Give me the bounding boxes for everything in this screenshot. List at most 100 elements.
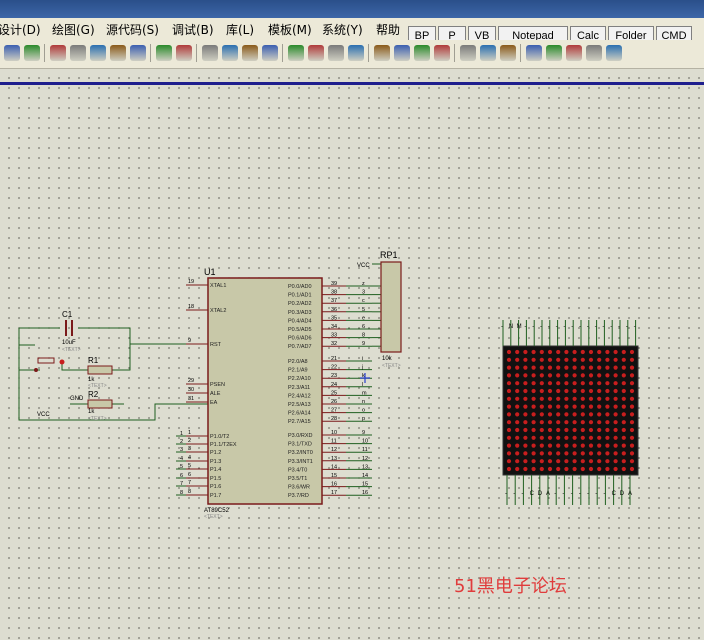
mcu-pin-number: 28 [331,416,337,422]
matrix-top-pin-label: - [610,324,612,330]
matrix-led [531,459,536,464]
matrix-led [564,396,569,401]
matrix-led [547,459,553,464]
mcu-pin-label: P3.3/INT1 [288,459,313,465]
mcu-pin-number: 24 [331,382,337,388]
matrix-led [613,388,618,394]
mcu-net-label: z [362,281,365,287]
mcu-pin-number: 23 [331,373,337,379]
mcu-pin-number: 35 [331,315,337,321]
matrix-top-pin-label: N [509,324,513,330]
matrix-led [588,396,594,401]
matrix-led [629,357,635,362]
matrix-led [613,396,618,401]
matrix-led [539,357,544,362]
matrix-led [613,412,618,417]
mcu-pin-number: 13 [331,456,337,462]
matrix-led [613,349,618,355]
matrix-led [531,396,536,401]
capacitor-c1[interactable]: C1 10uF <TEXT> [62,310,81,353]
matrix-led [564,357,569,362]
c1-text-tag: <TEXT> [62,347,81,353]
matrix-led [531,427,536,433]
matrix-led [597,420,602,425]
resistor-r1[interactable]: R1 1k <TEXT> [87,356,113,389]
mcu-pin-label: P2.4/A12 [288,393,311,399]
matrix-led [523,349,528,355]
matrix-led [556,466,561,472]
matrix-led [580,388,585,394]
matrix-top-pin-label: - [563,324,565,330]
matrix-led [621,357,626,362]
matrix-led [588,427,594,433]
matrix-led [531,451,536,456]
matrix-led [605,365,610,370]
matrix-led [564,435,569,440]
matrix-led [531,404,536,409]
mcu-pin-label: P3.0/RXD [288,433,312,439]
resistor-r2[interactable]: R2 GND 1k <TEXT> [70,390,113,422]
matrix-led [605,404,610,409]
matrix-led [605,443,610,448]
mcu-pin-number: 26 [331,399,337,405]
matrix-led [580,404,585,409]
matrix-led [515,420,520,425]
matrix-led [621,412,626,417]
mcu-pin-label: P1.5 [210,476,221,482]
mcu-at89c52[interactable]: U1 AT89C52 <TEXT> 19XTAL118XTAL29RST29PS… [176,267,381,520]
led-dot-matrix[interactable]: -NM--------------- ---CDA-------CDA [501,320,639,505]
mcu-pin-number: 4 [188,455,191,461]
matrix-led [506,412,512,417]
mcu-net-label: 5 [362,307,365,313]
matrix-top-pin-label: - [556,324,558,330]
mcu-pin-label: P0.3/AD3 [288,310,312,316]
matrix-top-pin-label: - [618,324,620,330]
matrix-led [597,349,602,355]
matrix-bottom-pin-label: - [603,491,605,497]
matrix-led [572,459,577,464]
mcu-net-label: 6 [362,324,365,330]
matrix-led [547,420,553,425]
matrix-top-pin-label: - [540,324,542,330]
matrix-led [564,412,569,417]
matrix-led [613,420,618,425]
matrix-led [597,396,602,401]
matrix-led [556,388,561,394]
matrix-led [572,443,577,448]
matrix-led [539,388,544,394]
mcu-pin-label: P0.1/AD1 [288,293,312,299]
matrix-led [556,435,561,440]
matrix-led [515,466,520,472]
matrix-led [597,357,602,362]
matrix-led [547,412,553,417]
matrix-led [539,420,544,425]
matrix-led [506,443,512,448]
matrix-led [564,420,569,425]
matrix-led [580,420,585,425]
matrix-led [547,451,553,456]
matrix-led [605,349,610,355]
mcu-pin-number: 17 [331,490,337,496]
matrix-led [556,365,561,370]
matrix-led [539,412,544,417]
mcu-pin-label: P2.1/A9 [288,368,308,374]
matrix-top-pin-label: M [517,324,522,330]
mcu-pin-number: 25 [331,390,337,396]
mcu-pin-label: P2.3/A11 [288,385,310,391]
matrix-led [515,443,520,448]
mcu-pin-number: 37 [331,298,337,304]
matrix-led [539,435,544,440]
matrix-led [572,451,577,456]
mcu-net-label: e [362,315,365,321]
r2-ref: R2 [88,390,99,399]
r2-value: 1k [88,409,95,415]
matrix-led [621,388,626,394]
matrix-top-pin-label: - [579,324,581,330]
matrix-led [523,373,528,378]
matrix-bottom-pin-label: C [530,491,535,497]
matrix-led [621,451,626,456]
matrix-led [539,459,544,464]
matrix-led [621,459,626,464]
matrix-led [523,427,528,433]
p1-net-label: 6 [180,473,183,479]
